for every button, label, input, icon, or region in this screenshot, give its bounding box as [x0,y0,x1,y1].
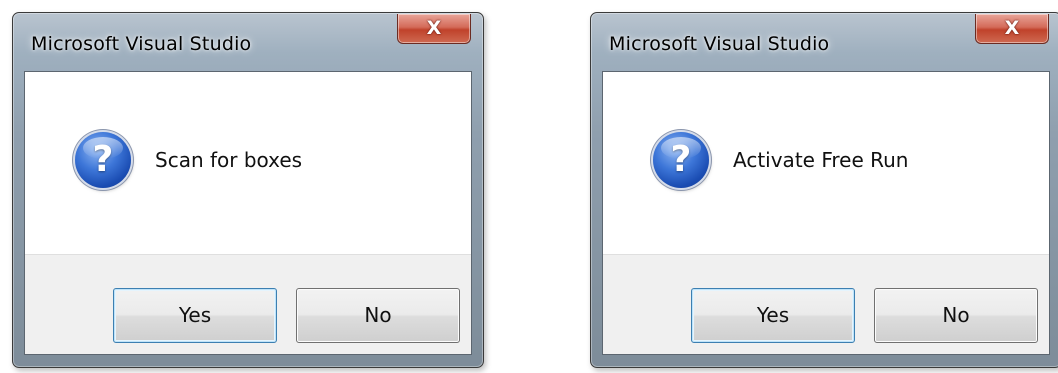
dialog-client-area: ? Scan for boxes Yes No [24,71,472,355]
message-text: Scan for boxes [155,148,303,172]
window-title: Microsoft Visual Studio [609,33,830,55]
yes-button[interactable]: Yes [113,288,277,343]
close-icon: X [426,17,442,39]
button-bar: Yes No [603,254,1049,354]
question-mark-glyph: ? [92,139,114,180]
message-text: Activate Free Run [733,148,909,172]
message-area: ? Activate Free Run [603,72,1049,254]
close-icon: X [1004,17,1020,39]
window-title: Microsoft Visual Studio [31,33,252,55]
dialog-client-area: ? Activate Free Run Yes No [602,71,1050,355]
close-button[interactable]: X [397,14,471,44]
question-icon: ? [653,132,709,188]
message-box-activate-free-run: Microsoft Visual Studio X ? Activate Fre… [590,12,1058,368]
title-bar[interactable]: Microsoft Visual Studio X [591,13,1058,73]
message-box-scan-for-boxes: Microsoft Visual Studio X ? Scan for box… [12,12,484,368]
no-button[interactable]: No [874,288,1038,343]
message-area: ? Scan for boxes [25,72,471,254]
question-mark-glyph: ? [670,139,692,180]
title-bar[interactable]: Microsoft Visual Studio X [13,13,483,73]
question-icon: ? [75,132,131,188]
close-button[interactable]: X [975,14,1049,44]
no-button[interactable]: No [296,288,460,343]
button-bar: Yes No [25,254,471,354]
yes-button[interactable]: Yes [691,288,855,343]
